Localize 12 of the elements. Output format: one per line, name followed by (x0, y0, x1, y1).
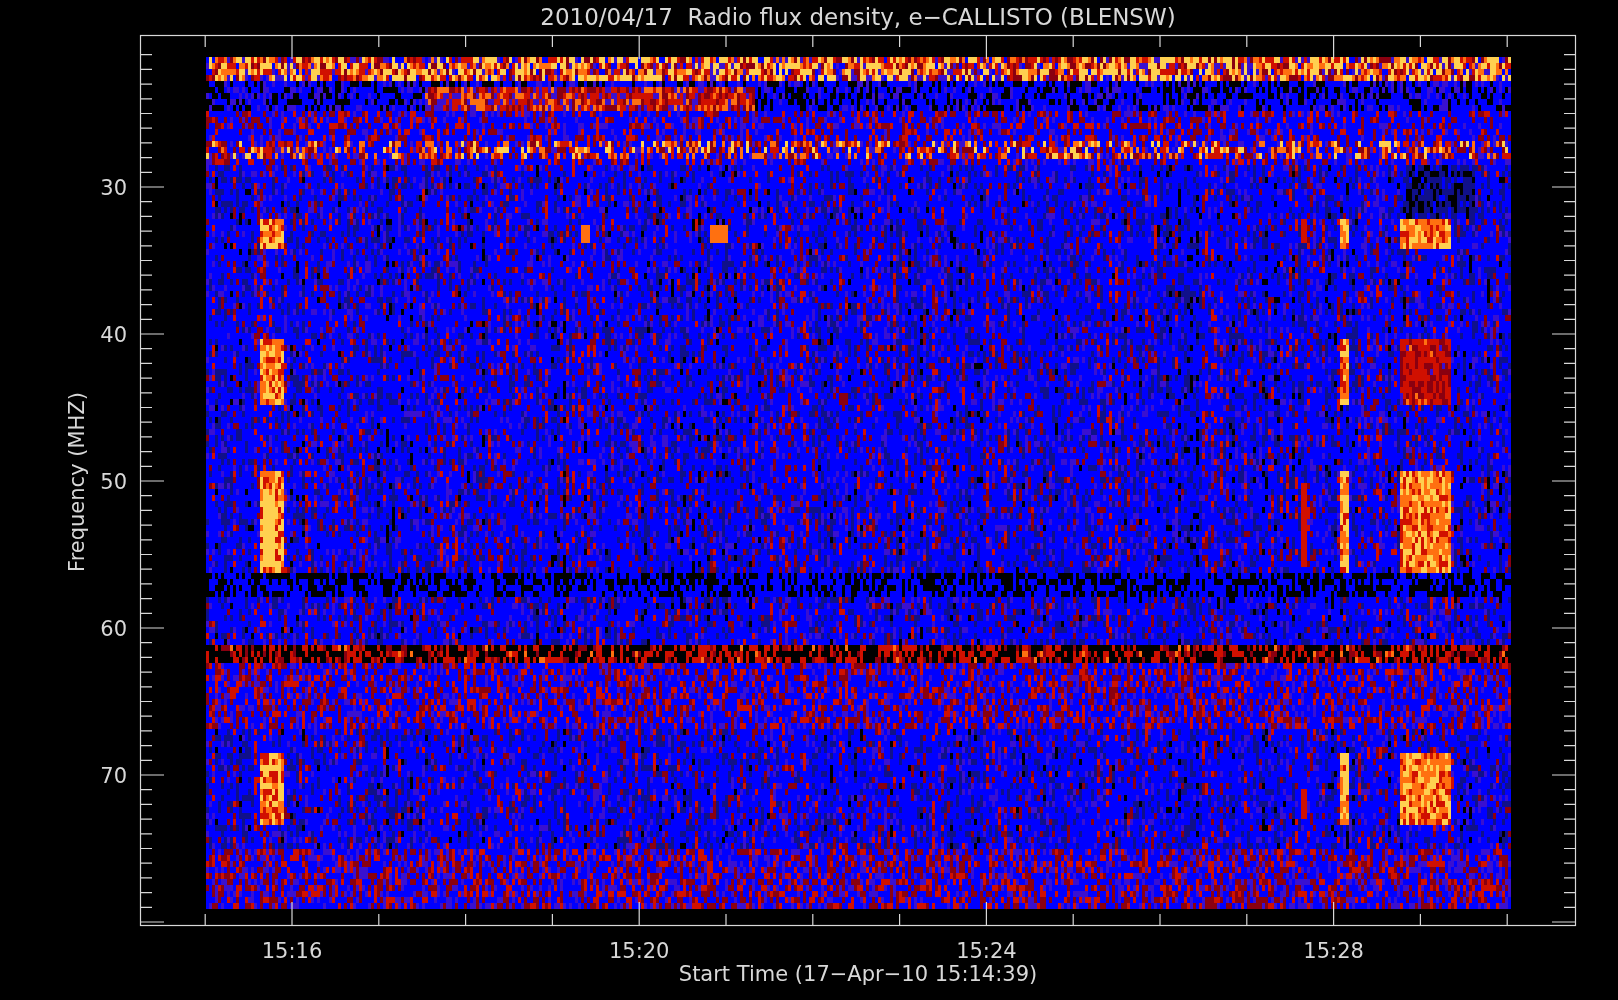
tick-label: 15:16 (261, 939, 323, 963)
tick-label: 60 (100, 617, 127, 641)
plot-title: 2010/04/17 Radio flux density, e−CALLISTO (BLENSW) (540, 4, 1176, 30)
tick-label: 40 (100, 323, 127, 347)
axis-label: Frequency (MHZ) (65, 392, 89, 572)
tick-label: 50 (100, 470, 127, 494)
tick-label: 15:24 (956, 939, 1017, 963)
tick-label: 30 (100, 176, 127, 200)
axis-label: Start Time (17−Apr−10 15:14:39) (678, 962, 1038, 986)
tick-label: 15:20 (608, 939, 670, 963)
tick-label: 15:28 (1303, 939, 1364, 963)
tick-label: 70 (100, 764, 127, 788)
